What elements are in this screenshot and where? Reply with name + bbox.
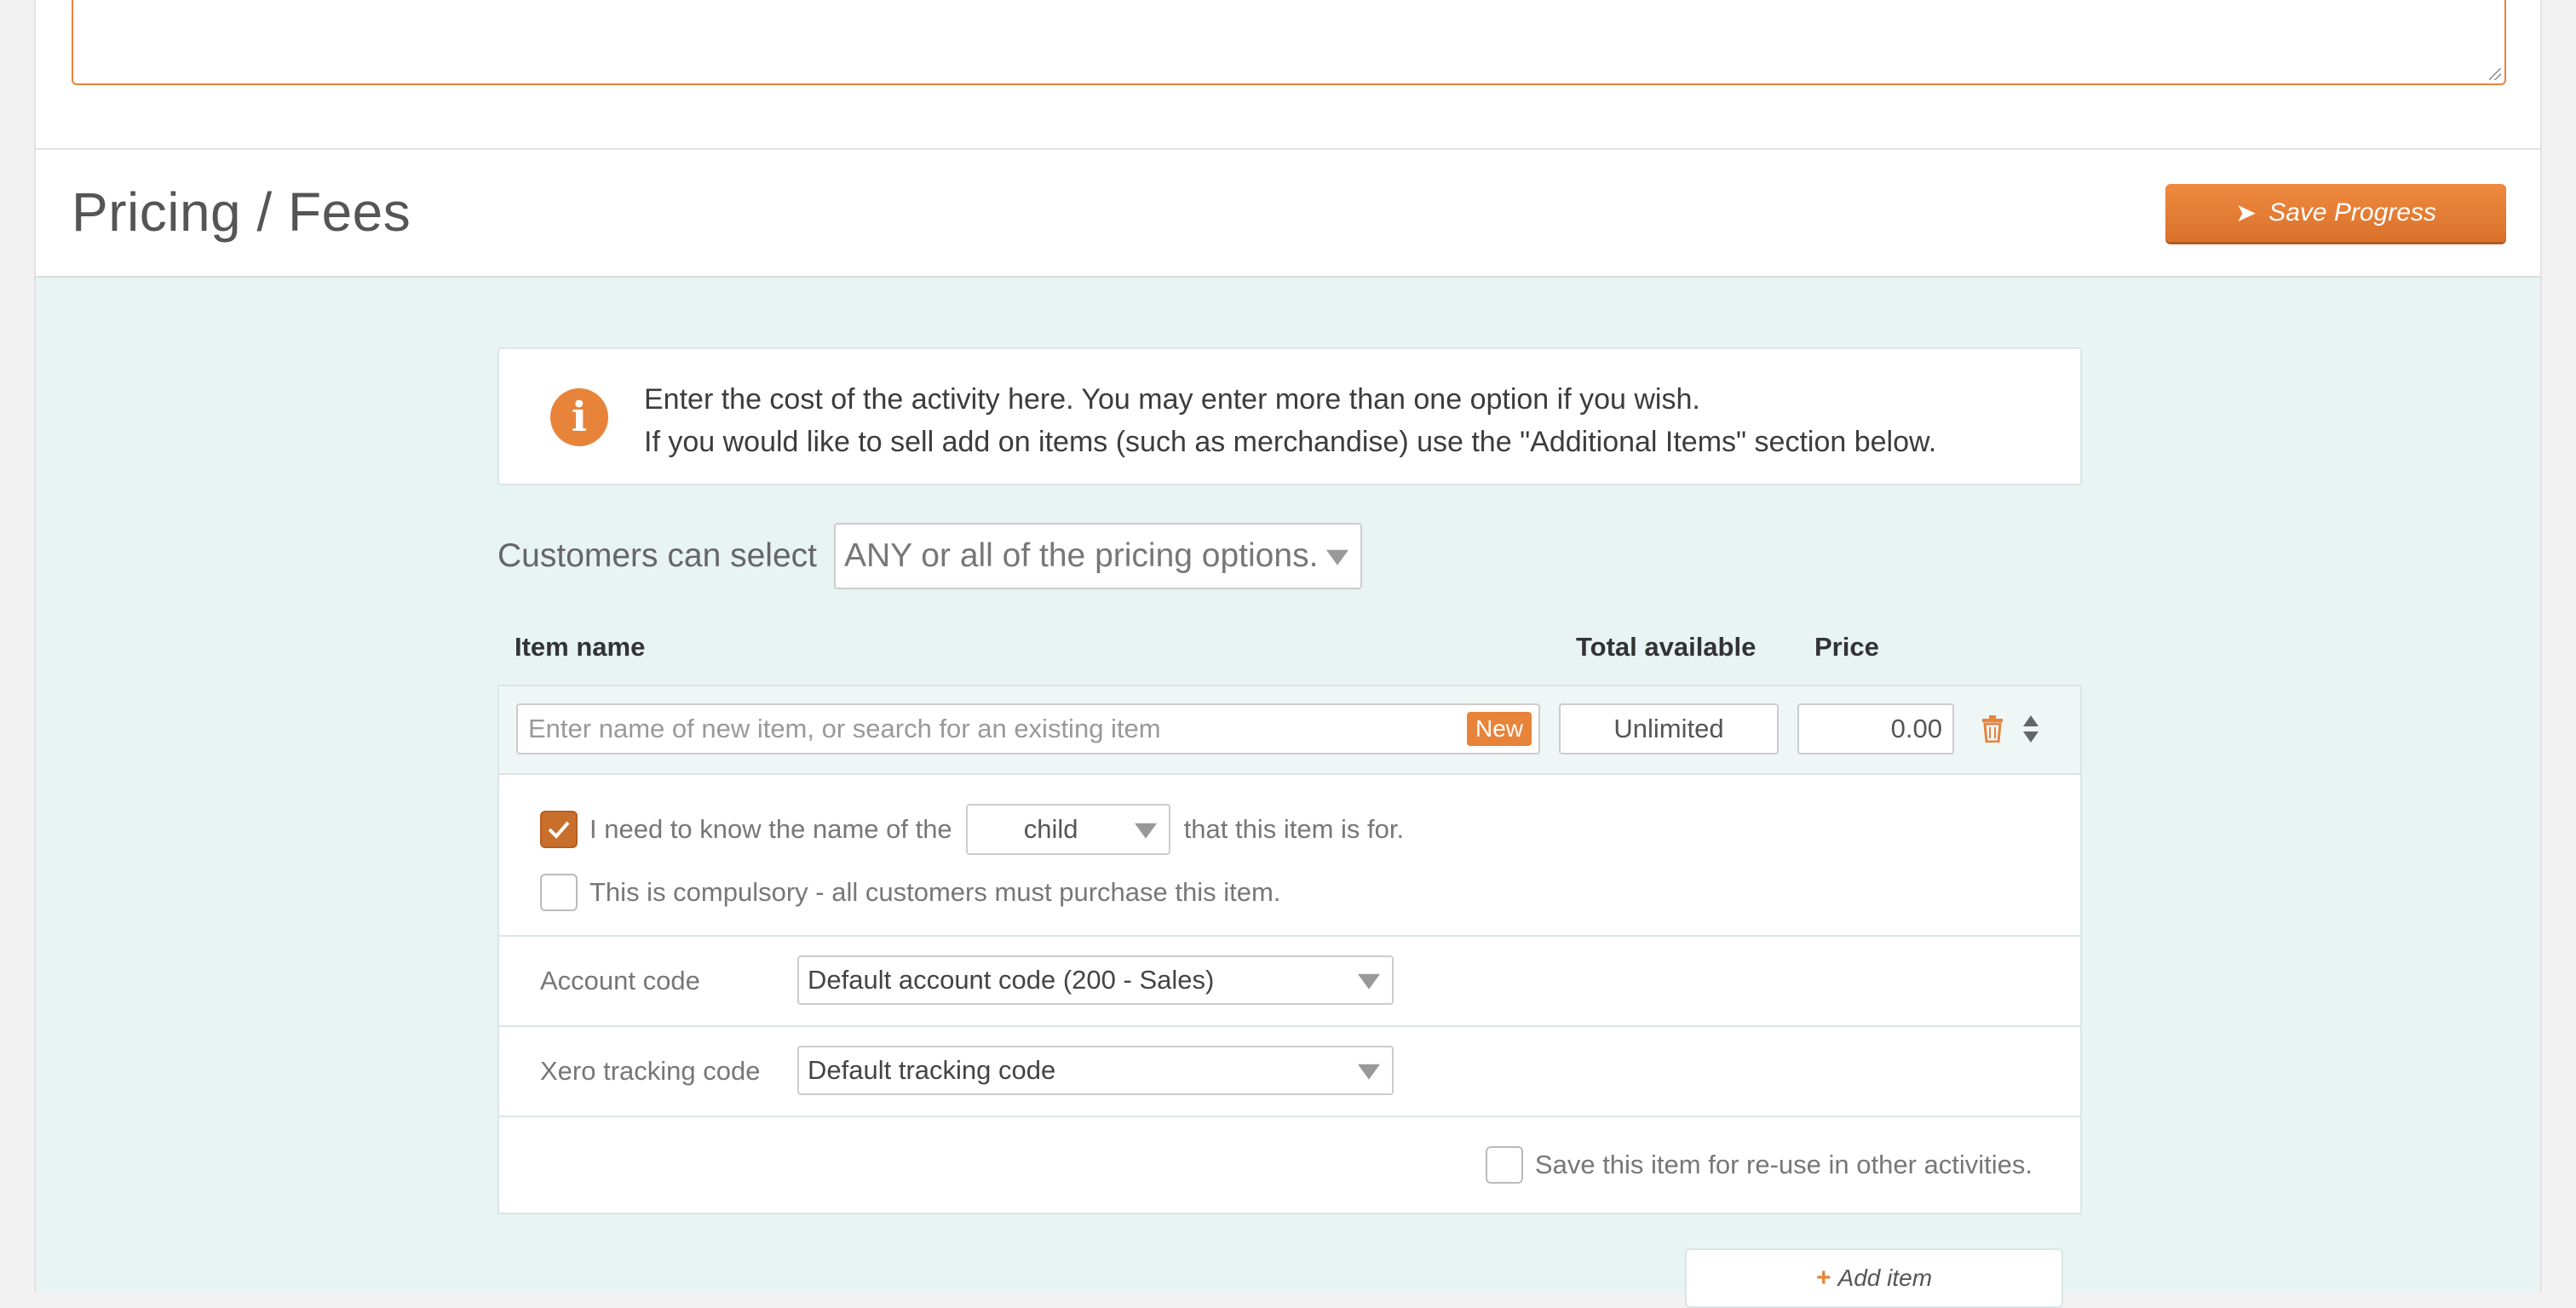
chevron-down-icon bbox=[1358, 973, 1380, 990]
pricing-option-select[interactable]: ANY or all of the pricing options. bbox=[833, 523, 1362, 589]
resize-grip-icon[interactable] bbox=[2489, 68, 2501, 80]
info-icon: i bbox=[550, 388, 608, 446]
trash-icon[interactable] bbox=[1981, 715, 2004, 743]
save-reuse-label: Save this item for re-use in other activ… bbox=[1534, 1150, 2033, 1179]
save-progress-button[interactable]: ➤ Save Progress bbox=[2165, 184, 2506, 242]
description-textarea[interactable] bbox=[72, 0, 2506, 85]
info-line-2: If you would like to sell add on items (… bbox=[644, 426, 1937, 458]
sort-icon[interactable] bbox=[2022, 714, 2039, 744]
item-input-row: Enter name of new item, or search for an… bbox=[499, 686, 2080, 775]
plus-icon: + bbox=[1815, 1264, 1831, 1292]
account-code-select[interactable]: Default account code (200 - Sales) bbox=[797, 955, 1394, 1005]
price-input[interactable]: 0.00 bbox=[1797, 703, 1954, 754]
pricing-item-card: Enter name of new item, or search for an… bbox=[497, 685, 2082, 1214]
tracking-code-label: Xero tracking code bbox=[540, 1056, 761, 1086]
account-code-value: Default account code (200 - Sales) bbox=[808, 965, 1215, 995]
pricing-option-label: Customers can select bbox=[497, 537, 817, 574]
save-reuse-option: Save this item for re-use in other activ… bbox=[1485, 1146, 2033, 1184]
column-header-item-name: Item name bbox=[515, 632, 646, 662]
arrow-right-icon: ➤ bbox=[2235, 198, 2257, 227]
save-reuse-checkbox[interactable] bbox=[1485, 1146, 1523, 1184]
need-name-row: I need to know the name of the child tha… bbox=[540, 804, 1404, 855]
total-available-input[interactable]: Unlimited bbox=[1559, 703, 1779, 754]
pricing-option-row: Customers can select ANY or all of the p… bbox=[497, 521, 1362, 591]
item-options: I need to know the name of the child tha… bbox=[499, 775, 2080, 937]
info-box: i Enter the cost of the activity here. Y… bbox=[497, 347, 2082, 485]
account-code-label: Account code bbox=[540, 966, 700, 995]
tracking-code-value: Default tracking code bbox=[808, 1055, 1056, 1085]
item-name-placeholder: Enter name of new item, or search for an… bbox=[528, 714, 1161, 743]
new-badge: New bbox=[1466, 712, 1532, 746]
compulsory-checkbox[interactable] bbox=[540, 874, 578, 911]
compulsory-label: This is compulsory - all customers must … bbox=[589, 877, 1281, 907]
info-line-1: Enter the cost of the activity here. You… bbox=[644, 383, 1700, 416]
chevron-down-icon bbox=[1325, 549, 1348, 565]
tracking-code-select[interactable]: Default tracking code bbox=[797, 1046, 1394, 1095]
add-item-label: Add item bbox=[1837, 1265, 1933, 1291]
save-reuse-row: Save this item for re-use in other activ… bbox=[499, 1117, 2080, 1208]
person-type-value: child bbox=[1023, 814, 1078, 844]
column-header-total-available: Total available bbox=[1576, 632, 1757, 662]
page: Pricing / Fees ➤ Save Progress i Enter t… bbox=[34, 0, 2542, 1308]
save-progress-label: Save Progress bbox=[2268, 198, 2436, 227]
person-type-select[interactable]: child bbox=[965, 804, 1170, 855]
info-text: Enter the cost of the activity here. You… bbox=[644, 378, 1936, 463]
tracking-code-row: Xero tracking code Default tracking code bbox=[499, 1027, 2080, 1117]
checkmark-icon bbox=[548, 821, 570, 839]
account-code-row: Account code Default account code (200 -… bbox=[499, 937, 2080, 1027]
need-name-checkbox[interactable] bbox=[540, 811, 578, 848]
description-section bbox=[36, 0, 2540, 150]
compulsory-row: This is compulsory - all customers must … bbox=[540, 874, 1280, 911]
chevron-down-icon bbox=[1134, 823, 1157, 839]
add-item-button[interactable]: + Add item bbox=[1685, 1248, 2063, 1308]
chevron-down-icon bbox=[1358, 1064, 1380, 1080]
column-header-price: Price bbox=[1814, 632, 1879, 662]
section-header: Pricing / Fees ➤ Save Progress bbox=[36, 150, 2540, 278]
need-name-suffix: that this item is for. bbox=[1183, 814, 1405, 844]
page-title: Pricing / Fees bbox=[72, 181, 411, 243]
need-name-prefix: I need to know the name of the bbox=[589, 814, 952, 844]
item-name-input[interactable]: Enter name of new item, or search for an… bbox=[516, 703, 1540, 754]
pricing-option-value: ANY or all of the pricing options. bbox=[843, 537, 1319, 574]
